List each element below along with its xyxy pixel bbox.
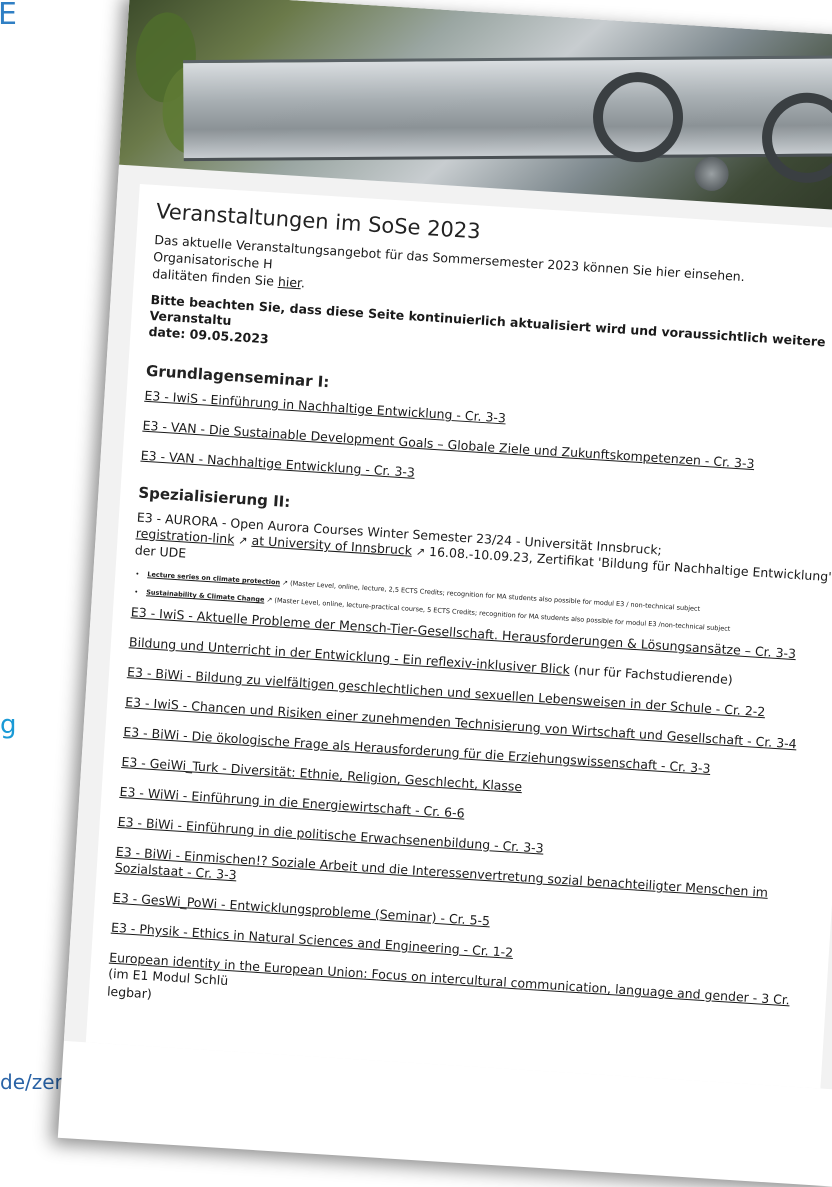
sustainability-climate-link[interactable]: Sustainability & Climate Change (146, 588, 265, 603)
hier-link[interactable]: hier (278, 274, 302, 290)
slide-fragment-top: E (0, 0, 17, 32)
wood-plank (183, 54, 832, 162)
external-link-icon: ↗ (237, 533, 248, 548)
webpage-screenshot: Veranstaltungen im SoSe 2023 Das aktuell… (57, 0, 832, 1187)
slide-fragment-mid: g (0, 710, 17, 740)
main-content: Veranstaltungen im SoSe 2023 Das aktuell… (63, 164, 832, 1090)
bolt-head (693, 155, 730, 192)
course-link[interactable]: E3 - WiWi - Einführung in die Energiewir… (119, 784, 465, 821)
lecture-series-link[interactable]: Lecture series on climate protection (147, 570, 280, 586)
